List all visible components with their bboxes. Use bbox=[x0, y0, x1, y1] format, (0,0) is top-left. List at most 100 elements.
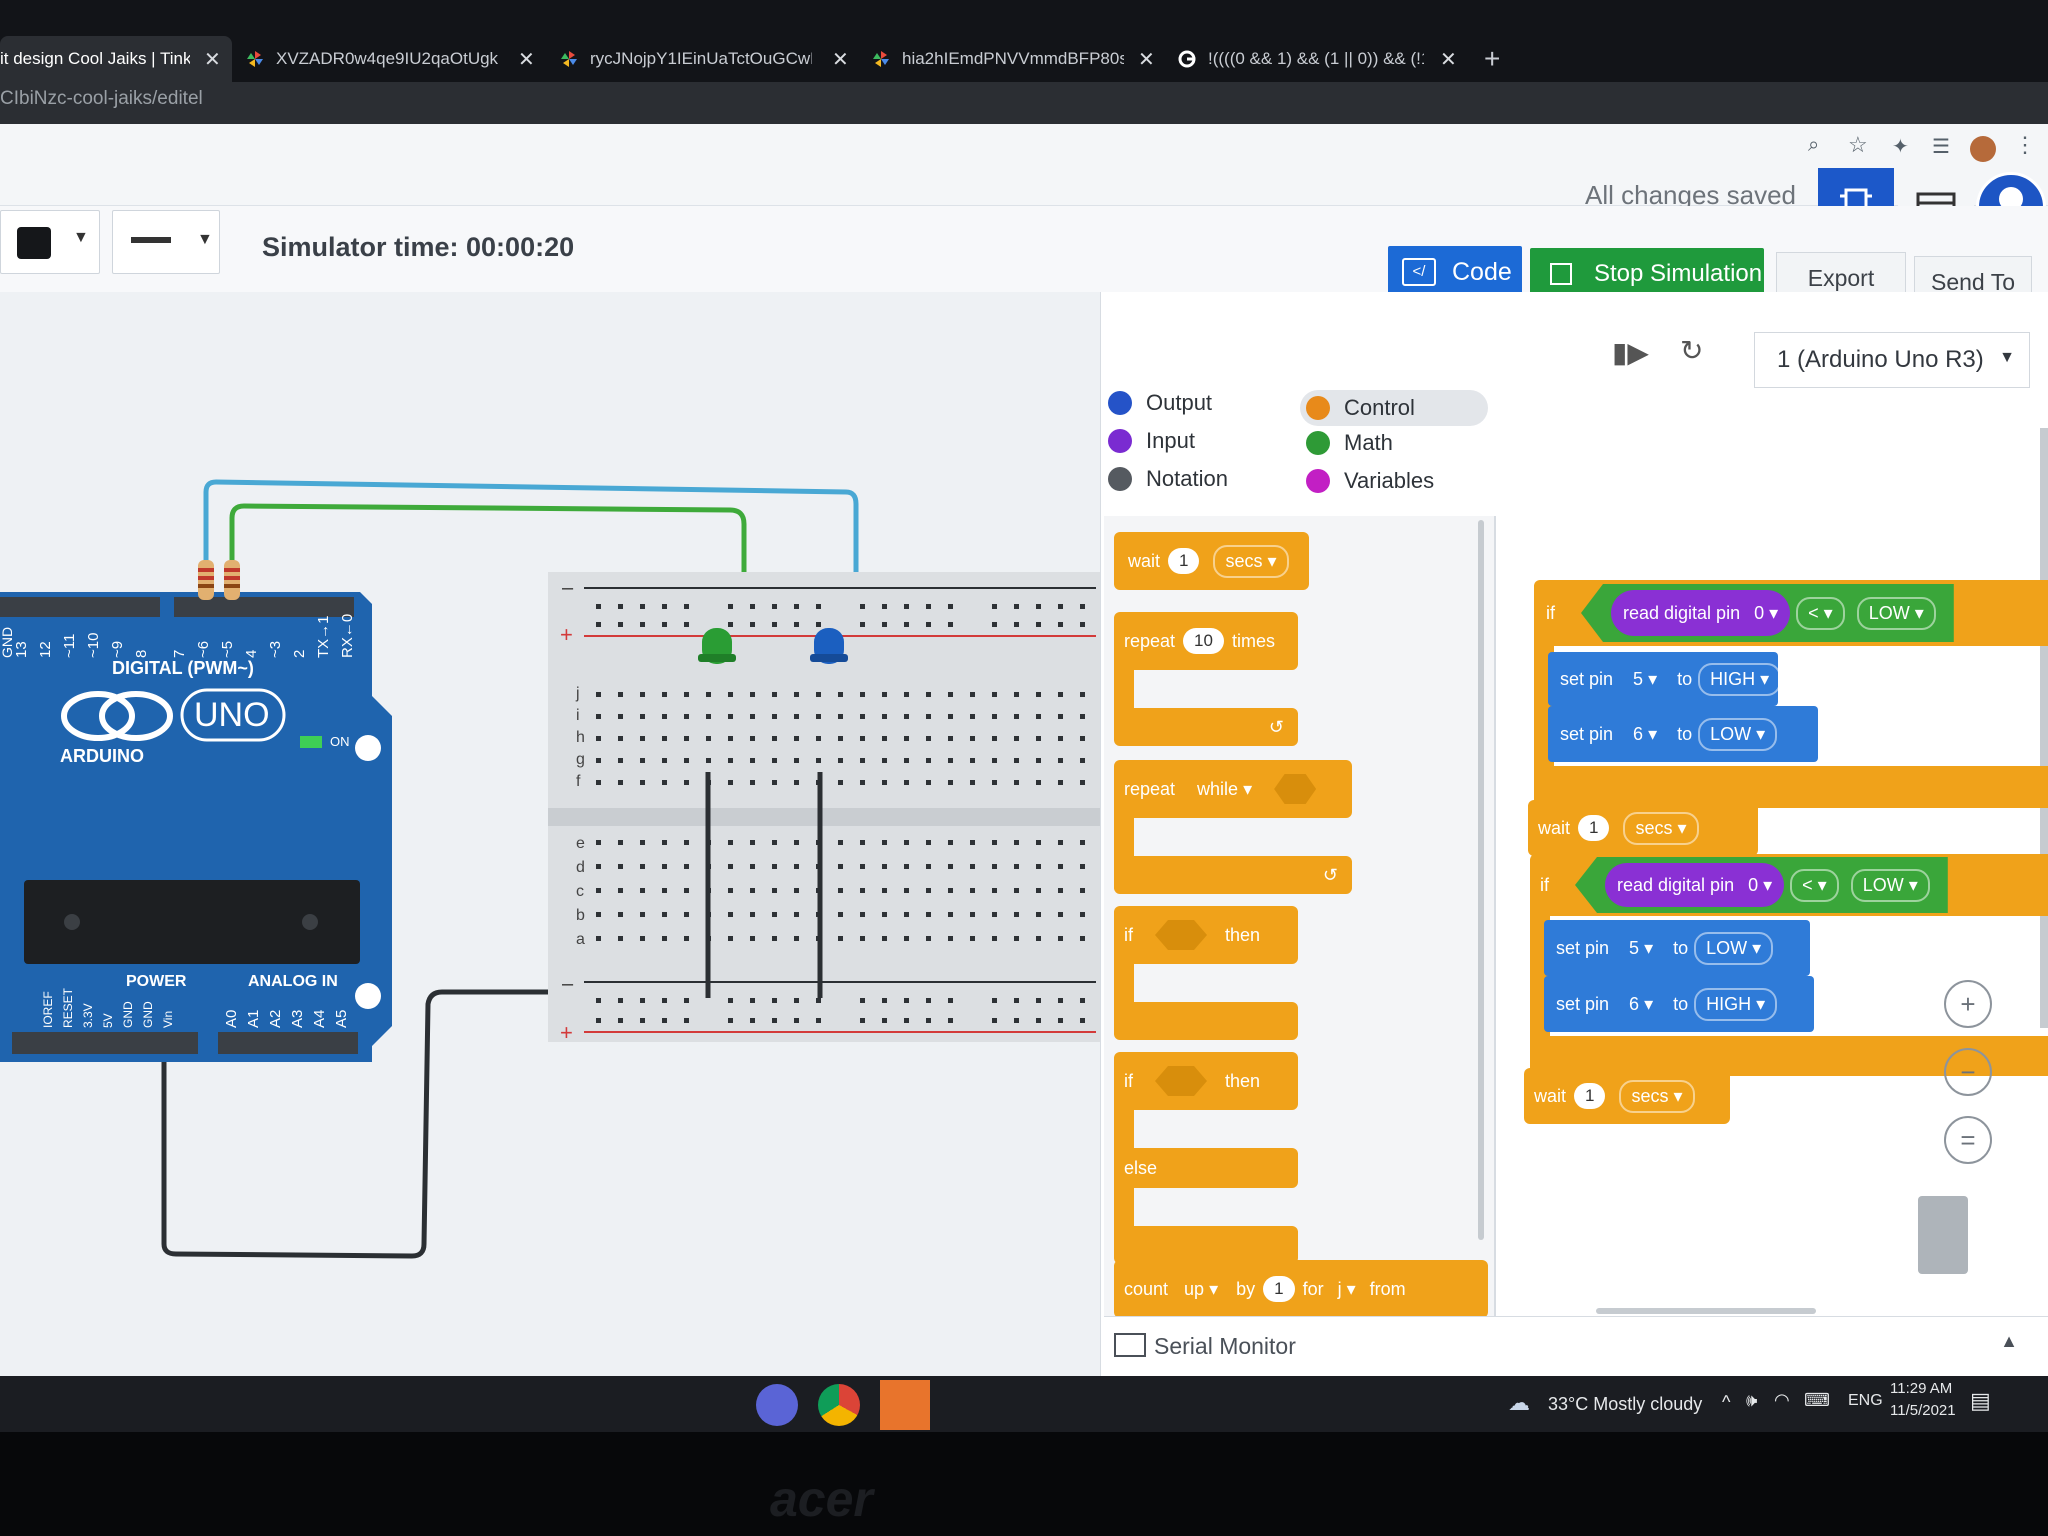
breadboard-hole[interactable] bbox=[992, 692, 997, 697]
breadboard-hole[interactable] bbox=[1036, 840, 1041, 845]
breadboard-hole[interactable] bbox=[596, 840, 601, 845]
unit-dropdown[interactable]: secs ▾ bbox=[1623, 811, 1699, 845]
breadboard-hole[interactable] bbox=[860, 758, 865, 763]
pin-dropdown[interactable]: 6 ▾ bbox=[1633, 724, 1657, 745]
pin-dropdown[interactable]: 5 ▾ bbox=[1633, 669, 1657, 690]
breadboard-hole[interactable] bbox=[904, 864, 909, 869]
breadboard-hole[interactable] bbox=[948, 936, 953, 941]
breadboard-hole[interactable] bbox=[1014, 758, 1019, 763]
breadboard-hole[interactable] bbox=[882, 622, 887, 627]
breadboard-hole[interactable] bbox=[1036, 912, 1041, 917]
tab-tinkercad[interactable]: it design Cool Jaiks | Tinker ✕ bbox=[0, 36, 232, 82]
breadboard-hole[interactable] bbox=[640, 998, 645, 1003]
breadboard-hole[interactable] bbox=[1036, 622, 1041, 627]
breadboard-hole[interactable] bbox=[948, 714, 953, 719]
breadboard-hole[interactable] bbox=[838, 912, 843, 917]
breadboard-hole[interactable] bbox=[1014, 1018, 1019, 1023]
breadboard-hole[interactable] bbox=[860, 692, 865, 697]
breadboard-hole[interactable] bbox=[772, 912, 777, 917]
address-bar[interactable] bbox=[0, 82, 2048, 126]
breadboard-hole[interactable] bbox=[1014, 936, 1019, 941]
breadboard-hole[interactable] bbox=[816, 604, 821, 609]
wire-style-button[interactable]: ▼ bbox=[112, 210, 220, 274]
breadboard-hole[interactable] bbox=[838, 692, 843, 697]
breadboard-hole[interactable] bbox=[1036, 692, 1041, 697]
operator-dropdown[interactable]: < ▾ bbox=[1796, 596, 1845, 630]
unit-dropdown[interactable]: secs ▾ bbox=[1213, 544, 1289, 578]
pin-dropdown[interactable]: 5 ▾ bbox=[1629, 938, 1653, 959]
breadboard-hole[interactable] bbox=[794, 864, 799, 869]
breadboard-hole[interactable] bbox=[596, 736, 601, 741]
breadboard-hole[interactable] bbox=[1080, 912, 1085, 917]
breadboard-hole[interactable] bbox=[1036, 888, 1041, 893]
breadboard-hole[interactable] bbox=[728, 714, 733, 719]
breadboard-hole[interactable] bbox=[838, 780, 843, 785]
chevron-up-icon[interactable]: ▲ bbox=[2000, 1331, 2018, 1352]
breadboard-hole[interactable] bbox=[750, 864, 755, 869]
breadboard-hole[interactable] bbox=[816, 736, 821, 741]
breadboard-hole[interactable] bbox=[772, 1018, 777, 1023]
breadboard-hole[interactable] bbox=[838, 864, 843, 869]
tab-5[interactable]: !((((0 && 1) && (1 || 0)) && (!1 ✕ bbox=[1178, 36, 1468, 82]
if-block-1[interactable]: if read digital pin 0 ▾ < ▾ LOW ▾ bbox=[1534, 580, 2048, 646]
breadboard-hole[interactable] bbox=[684, 692, 689, 697]
breadboard-hole[interactable] bbox=[816, 714, 821, 719]
breadboard-hole[interactable] bbox=[992, 888, 997, 893]
breadboard-hole[interactable] bbox=[926, 736, 931, 741]
block-number[interactable]: 1 bbox=[1574, 1083, 1606, 1109]
breadboard-hole[interactable] bbox=[794, 998, 799, 1003]
breadboard-hole[interactable] bbox=[772, 780, 777, 785]
if-block-2[interactable]: if read digital pin 0 ▾ < ▾ LOW ▾ bbox=[1530, 854, 2048, 916]
breadboard-hole[interactable] bbox=[640, 714, 645, 719]
breadboard-hole[interactable] bbox=[750, 888, 755, 893]
tab-3[interactable]: rycJNojpY1IEinUaTctOuGCwN5 ✕ bbox=[560, 36, 850, 82]
breadboard-hole[interactable] bbox=[1080, 604, 1085, 609]
compare-block[interactable]: read digital pin 0 ▾ < ▾ LOW ▾ bbox=[1581, 584, 1954, 642]
resistor-2[interactable] bbox=[224, 560, 240, 600]
breadboard-hole[interactable] bbox=[904, 780, 909, 785]
reading-list-icon[interactable]: ☰ bbox=[1932, 134, 1950, 159]
pin-dropdown[interactable]: 0 ▾ bbox=[1748, 875, 1772, 896]
breadboard-hole[interactable] bbox=[662, 622, 667, 627]
breadboard-hole[interactable] bbox=[948, 736, 953, 741]
unit-dropdown[interactable]: secs ▾ bbox=[1619, 1079, 1695, 1113]
breadboard-hole[interactable] bbox=[618, 936, 623, 941]
breadboard-hole[interactable] bbox=[860, 912, 865, 917]
breadboard-hole[interactable] bbox=[1014, 692, 1019, 697]
breadboard-hole[interactable] bbox=[904, 912, 909, 917]
breadboard-hole[interactable] bbox=[948, 864, 953, 869]
breadboard-hole[interactable] bbox=[662, 864, 667, 869]
breadboard-hole[interactable] bbox=[1080, 998, 1085, 1003]
breadboard-hole[interactable] bbox=[618, 714, 623, 719]
variable-dropdown[interactable]: j ▾ bbox=[1338, 1279, 1356, 1300]
category-notation[interactable]: Notation bbox=[1108, 466, 1228, 492]
breadboard-hole[interactable] bbox=[860, 998, 865, 1003]
breadboard-hole[interactable] bbox=[772, 692, 777, 697]
breadboard-hole[interactable] bbox=[1036, 736, 1041, 741]
breadboard-hole[interactable] bbox=[992, 912, 997, 917]
breadboard-hole[interactable] bbox=[1058, 888, 1063, 893]
breadboard-hole[interactable] bbox=[838, 714, 843, 719]
breadboard-hole[interactable] bbox=[838, 840, 843, 845]
new-tab-button[interactable]: + bbox=[1484, 36, 1500, 82]
breadboard-hole[interactable] bbox=[970, 692, 975, 697]
breadboard-hole[interactable] bbox=[882, 936, 887, 941]
breadboard-hole[interactable] bbox=[816, 692, 821, 697]
breadboard-hole[interactable] bbox=[970, 780, 975, 785]
breadboard-hole[interactable] bbox=[882, 692, 887, 697]
palette-scrollbar[interactable] bbox=[1478, 520, 1484, 1240]
breadboard-hole[interactable] bbox=[948, 758, 953, 763]
breadboard-hole[interactable] bbox=[1014, 998, 1019, 1003]
breadboard-hole[interactable] bbox=[992, 864, 997, 869]
breadboard-hole[interactable] bbox=[970, 888, 975, 893]
breadboard-hole[interactable] bbox=[970, 758, 975, 763]
breadboard-hole[interactable] bbox=[640, 692, 645, 697]
breadboard-hole[interactable] bbox=[992, 736, 997, 741]
breadboard-hole[interactable] bbox=[1080, 864, 1085, 869]
breadboard-hole[interactable] bbox=[728, 1018, 733, 1023]
breadboard-hole[interactable] bbox=[1014, 888, 1019, 893]
breadboard-hole[interactable] bbox=[640, 736, 645, 741]
breadboard-hole[interactable] bbox=[882, 840, 887, 845]
breadboard-hole[interactable] bbox=[618, 912, 623, 917]
breadboard-hole[interactable] bbox=[882, 998, 887, 1003]
